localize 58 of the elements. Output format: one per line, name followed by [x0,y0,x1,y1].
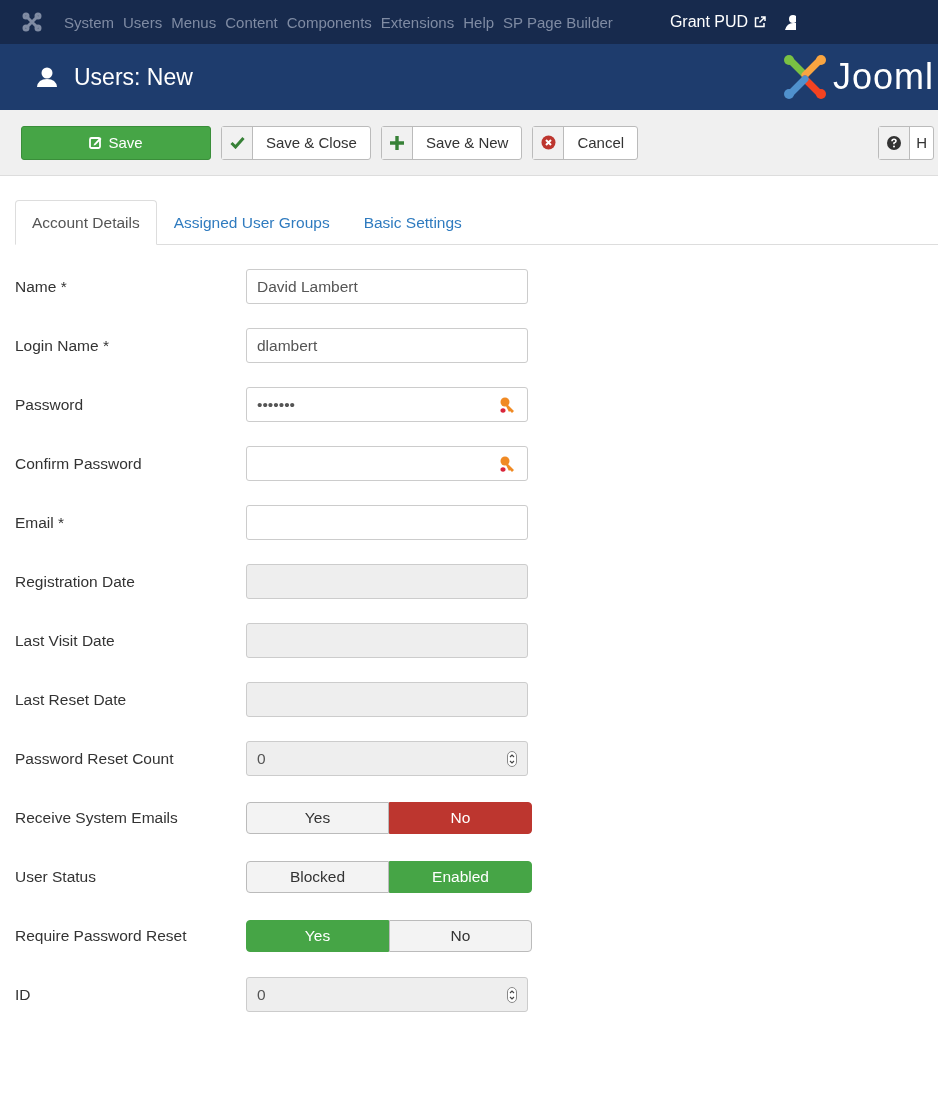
key-icon[interactable] [499,454,517,473]
menu-item[interactable]: System [64,13,114,31]
field-label: Last Reset Date [15,690,128,709]
field-label: Last Visit Date [15,631,116,650]
field-label: Confirm Password [15,454,143,473]
key-icon[interactable] [499,395,517,414]
cancel-icon [540,135,556,150]
field-label: Name * [15,277,68,296]
menu-item[interactable]: Users [123,13,163,31]
text-field[interactable]: dlambert [246,328,528,363]
help-button[interactable]: H [878,125,934,160]
field-label: Email * [15,513,66,532]
field-label: Login Name * [15,336,110,355]
spinner-icon[interactable] [507,750,517,767]
menu-item[interactable]: Menus [171,13,217,31]
check-icon [229,136,245,149]
text-field[interactable]: David Lambert [246,269,528,304]
toolbar-button[interactable]: Save & New [380,125,523,160]
field-label: User Status [15,867,97,886]
tab[interactable]: Account Details [15,200,157,245]
tab[interactable]: Basic Settings [346,200,479,245]
password-field[interactable] [246,446,528,481]
field-label: Receive System Emails [15,808,179,827]
menu-item[interactable]: Content [225,13,278,31]
field-label: Password Reset Count [15,749,175,768]
field-label: Password [15,395,85,414]
toggle-option[interactable]: No [389,919,532,952]
user-icon[interactable] [784,14,797,30]
save-button[interactable]: Save [21,125,211,160]
menu-item[interactable]: Extensions [380,13,455,31]
toggle-option[interactable]: Blocked [246,860,389,893]
plus-icon [389,135,404,150]
toggle-option[interactable]: Yes [246,919,389,952]
toolbar-button[interactable]: Save & Close [221,125,371,160]
number-field: 0 [246,977,528,1012]
toggle-option[interactable]: Yes [246,801,389,834]
menu-item[interactable]: SP Page Builder [503,13,613,31]
joomla-logo-icon[interactable] [22,12,42,32]
edit-icon [89,136,103,149]
menu-item[interactable]: Components [286,13,372,31]
user-icon [36,66,58,88]
toggle-option[interactable]: Enabled [389,860,532,893]
field-label: ID [15,985,32,1004]
menu-item[interactable]: Help [463,13,495,31]
toggle-option[interactable]: No [389,801,532,834]
field-label: Require Password Reset [15,926,188,945]
field-label: Registration Date [15,572,136,591]
spinner-icon[interactable] [507,986,517,1003]
number-field: 0 [246,741,528,776]
site-link[interactable]: Grant PUD [669,13,767,31]
toolbar-button[interactable]: Cancel [532,125,639,160]
password-field[interactable]: ••••••• [246,387,528,422]
text-field[interactable] [246,505,528,540]
page-title: Users: New [74,63,193,91]
external-link-icon [754,16,767,28]
help-icon [887,135,902,150]
logo-text: Jooml [832,56,934,98]
tab[interactable]: Assigned User Groups [156,200,347,245]
